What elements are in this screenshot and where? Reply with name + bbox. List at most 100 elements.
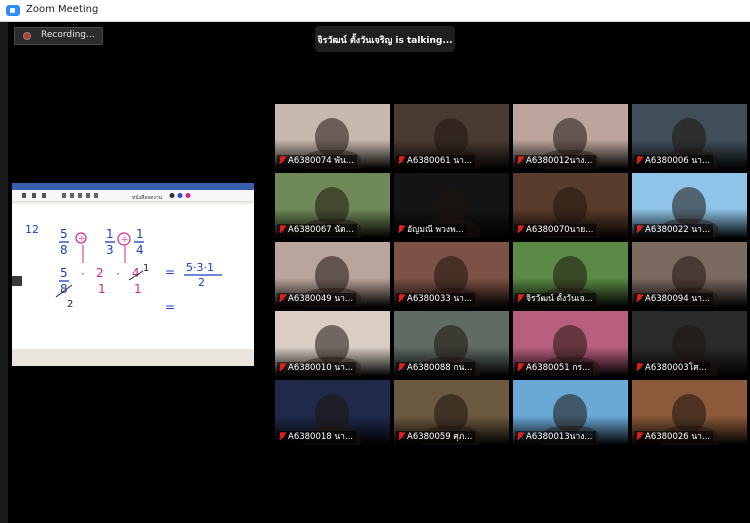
participant-name: A6380013นาง...	[526, 432, 593, 442]
participant-name: จิรวัฒน์ ตั้งวันเจ...	[526, 294, 593, 304]
muted-mic-icon	[636, 225, 642, 233]
frac1-den: 8	[60, 243, 68, 257]
shared-screen[interactable]: หนังสือจดงาน 12 5 8 1 3 1 4 ÷ ÷ 5 8 · 2 …	[12, 183, 254, 366]
participant-name: A6380088 กน...	[407, 363, 473, 373]
participant-name-label: A6380033 นา...	[396, 293, 476, 305]
participant-name-label: A6380051 กร...	[515, 362, 594, 374]
participant-name: A6380033 นา...	[407, 294, 473, 304]
participant-name: A6380018 นา...	[288, 432, 354, 442]
participant-tile[interactable]: A6380006 นา...	[632, 104, 747, 169]
muted-mic-icon	[279, 294, 285, 302]
svg-text:·: ·	[81, 267, 85, 281]
title-bar: Zoom Meeting	[0, 0, 750, 22]
participant-tile[interactable]: A6380026 นา...	[632, 380, 747, 445]
participant-name-label: A6380061 นา...	[396, 155, 476, 167]
participant-name-label: A6380010 นา...	[277, 362, 357, 374]
crossed-result: 2	[67, 299, 73, 310]
active-speaker-banner: จิรวัฒน์ ตั้งวันเจริญ is talking...	[315, 26, 455, 52]
overflow-digit: 1	[143, 263, 149, 274]
participant-name: A6380059 ศุภ...	[407, 432, 473, 442]
participant-name-label: A6380049 นา...	[277, 293, 357, 305]
participant-tile[interactable]: อัญมณี พวงพ...	[394, 173, 509, 238]
toolbar-icons	[22, 193, 191, 198]
result-denominator: 2	[198, 276, 205, 289]
muted-mic-icon	[398, 363, 404, 371]
muted-mic-icon	[279, 156, 285, 164]
participant-name-label: A6380059 ศุภ...	[396, 431, 476, 443]
muted-mic-icon	[398, 432, 404, 440]
participant-tile[interactable]: A6380018 นา...	[275, 380, 390, 445]
muted-mic-icon	[398, 294, 404, 302]
frac1-num: 5	[60, 227, 68, 241]
notes-app-title: หนังสือจดงาน	[132, 194, 163, 201]
participant-tile[interactable]: A6380059 ศุภ...	[394, 380, 509, 445]
participant-tile[interactable]: A6380070นาย...	[513, 173, 628, 238]
participant-tile[interactable]: A6380010 นา...	[275, 311, 390, 376]
participant-name-label: A6380013นาง...	[515, 431, 596, 443]
participant-name: A6380074 พัน...	[288, 156, 354, 166]
participant-name: A6380067 นัด...	[288, 225, 354, 235]
row2-frac2-num: 2	[96, 266, 104, 280]
muted-mic-icon	[517, 363, 523, 371]
participant-name: A6380026 นา...	[645, 432, 711, 442]
participant-tile[interactable]: A6380022 นา...	[632, 173, 747, 238]
participant-name-label: A6380074 พัน...	[277, 155, 357, 167]
participant-name-label: A6380003โศ...	[634, 362, 710, 374]
participant-tile[interactable]: A6380094 นา...	[632, 242, 747, 307]
row2-frac3-den: 1	[134, 282, 142, 296]
svg-text:÷: ÷	[121, 235, 129, 245]
participant-name-label: A6380026 นา...	[634, 431, 714, 443]
muted-mic-icon	[398, 156, 404, 164]
problem-number: 12	[25, 223, 39, 236]
participant-tile[interactable]: A6380067 นัด...	[275, 173, 390, 238]
recording-label: Recording...	[41, 30, 95, 40]
participant-name: A6380070นาย...	[526, 225, 594, 235]
participant-name-label: A6380088 กน...	[396, 362, 476, 374]
muted-mic-icon	[636, 294, 642, 302]
participant-tile[interactable]: A6380051 กร...	[513, 311, 628, 376]
participant-tile[interactable]: A6380012นาง...	[513, 104, 628, 169]
participant-tile[interactable]: A6380003โศ...	[632, 311, 747, 376]
muted-mic-icon	[279, 432, 285, 440]
participant-name-label: A6380022 นา...	[634, 224, 714, 236]
participant-name-label: จิรวัฒน์ ตั้งวันเจ...	[515, 293, 596, 305]
svg-text:÷: ÷	[78, 234, 86, 244]
participant-name: A6380006 นา...	[645, 156, 711, 166]
svg-text:·: ·	[116, 267, 120, 281]
window-title: Zoom Meeting	[26, 4, 99, 15]
muted-mic-icon	[517, 294, 523, 302]
participant-name: อัญมณี พวงพ...	[407, 225, 464, 235]
participant-tile[interactable]: จิรวัฒน์ ตั้งวันเจ...	[513, 242, 628, 307]
participant-tile[interactable]: A6380088 กน...	[394, 311, 509, 376]
handwritten-math: หนังสือจดงาน 12 5 8 1 3 1 4 ÷ ÷ 5 8 · 2 …	[22, 193, 222, 314]
participant-tile[interactable]: A6380033 นา...	[394, 242, 509, 307]
muted-mic-icon	[517, 156, 523, 164]
participant-name-label: อัญมณี พวงพ...	[396, 224, 467, 236]
participant-tile[interactable]: A6380049 นา...	[275, 242, 390, 307]
participant-name-label: A6380006 นา...	[634, 155, 714, 167]
participant-name-label: A6380070นาย...	[515, 224, 597, 236]
row2-frac1-num: 5	[60, 266, 68, 280]
zoom-logo-icon	[6, 5, 20, 16]
frac2-den: 3	[106, 243, 114, 257]
active-speaker-text: จิรวัฒน์ ตั้งวันเจริญ is talking...	[317, 36, 453, 46]
participant-tile[interactable]: A6380074 พัน...	[275, 104, 390, 169]
participant-tile[interactable]: A6380013นาง...	[513, 380, 628, 445]
participant-name: A6380003โศ...	[645, 363, 707, 373]
participant-name: A6380012นาง...	[526, 156, 593, 166]
muted-mic-icon	[279, 225, 285, 233]
muted-mic-icon	[636, 363, 642, 371]
participant-name-label: A6380067 นัด...	[277, 224, 357, 236]
muted-mic-icon	[517, 225, 523, 233]
participant-name: A6380061 นา...	[407, 156, 473, 166]
muted-mic-icon	[636, 156, 642, 164]
participant-tile[interactable]: A6380061 นา...	[394, 104, 509, 169]
muted-mic-icon	[517, 432, 523, 440]
record-dot-icon	[23, 32, 31, 40]
frac2-num: 1	[106, 227, 114, 241]
recording-indicator[interactable]: Recording...	[14, 27, 103, 45]
share-side-handle[interactable]	[12, 276, 22, 286]
participant-name: A6380010 นา...	[288, 363, 354, 373]
muted-mic-icon	[636, 432, 642, 440]
participant-name-label: A6380018 นา...	[277, 431, 357, 443]
